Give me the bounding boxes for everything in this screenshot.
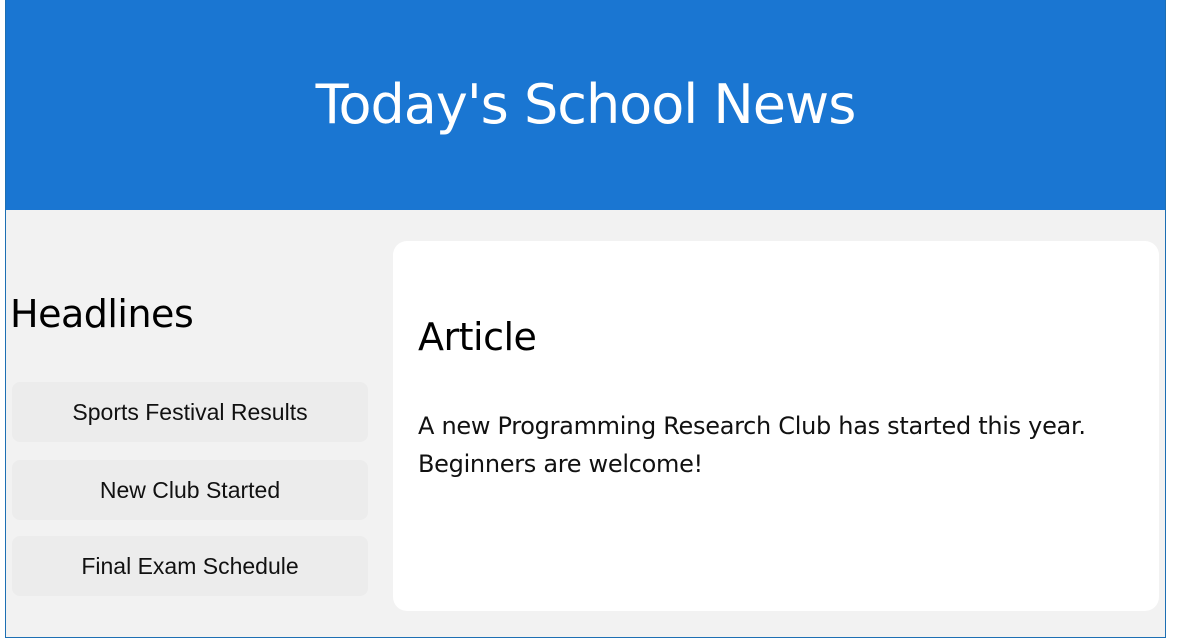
article-body: A new Programming Research Club has star…	[418, 412, 1086, 478]
article-card: Article A new Programming Research Club …	[393, 241, 1159, 611]
headline-button-sports-festival-results[interactable]: Sports Festival Results	[12, 382, 368, 442]
headline-button-new-club-started[interactable]: New Club Started	[12, 460, 368, 520]
page-title: Today's School News	[315, 72, 857, 136]
page-header: Today's School News	[6, 0, 1165, 210]
sidebar-heading: Headlines	[10, 292, 194, 336]
headline-button-final-exam-schedule[interactable]: Final Exam Schedule	[12, 536, 368, 596]
article-heading: Article	[418, 315, 537, 359]
headlines-sidebar: Headlines Sports Festival Results New Cl…	[6, 210, 386, 637]
app-window: Today's School News Headlines Sports Fes…	[5, 0, 1166, 638]
